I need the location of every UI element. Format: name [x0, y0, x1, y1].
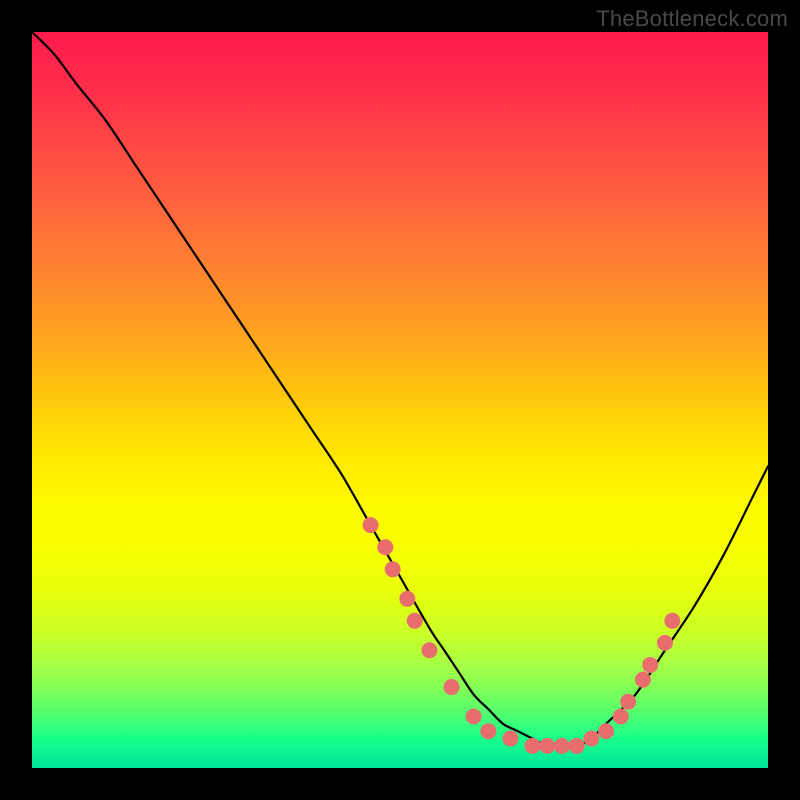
- highlight-dot: [421, 642, 437, 658]
- chart-svg: [32, 32, 768, 768]
- highlight-dot: [569, 738, 585, 754]
- highlight-dot: [598, 723, 614, 739]
- highlight-dot-group: [363, 517, 681, 754]
- highlight-dot: [444, 679, 460, 695]
- highlight-dot: [502, 731, 518, 747]
- highlight-dot: [407, 613, 423, 629]
- highlight-dot: [524, 738, 540, 754]
- highlight-dot: [613, 708, 629, 724]
- highlight-dot: [664, 613, 680, 629]
- highlight-dot: [539, 738, 555, 754]
- highlight-dot: [385, 561, 401, 577]
- highlight-dot: [466, 708, 482, 724]
- chart-plot-area: [32, 32, 768, 768]
- highlight-dot: [583, 731, 599, 747]
- attribution-text: TheBottleneck.com: [596, 6, 788, 32]
- highlight-dot: [635, 672, 651, 688]
- highlight-dot: [554, 738, 570, 754]
- highlight-dot: [363, 517, 379, 533]
- highlight-dot: [642, 657, 658, 673]
- chart-stage: TheBottleneck.com: [0, 0, 800, 800]
- highlight-dot: [377, 539, 393, 555]
- bottleneck-curve: [32, 32, 768, 746]
- highlight-dot: [620, 694, 636, 710]
- highlight-dot: [480, 723, 496, 739]
- highlight-dot: [399, 591, 415, 607]
- highlight-dot: [657, 635, 673, 651]
